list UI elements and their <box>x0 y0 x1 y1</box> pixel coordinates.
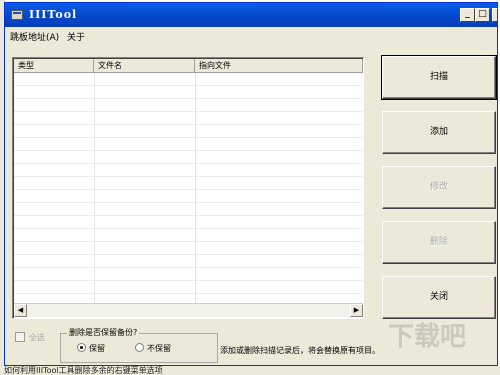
app-icon <box>11 10 23 20</box>
scan-button[interactable]: 扫描 <box>381 55 497 100</box>
column-type[interactable]: 类型 <box>14 59 94 73</box>
add-button[interactable]: 添加 <box>382 111 496 154</box>
watermark-text: 下载吧 <box>388 322 467 352</box>
no-backup-label: 不保留 <box>147 344 171 353</box>
title-bar[interactable]: IIITool _ □ <box>5 3 498 27</box>
column-filename[interactable]: 文件名 <box>94 59 195 73</box>
select-all-label: 全选 <box>29 333 45 342</box>
site-watermark: 下载吧 <box>362 302 498 362</box>
desktop-bottom-strip: 如何利用IIITool工具删除多余的右键菜单选项 <box>0 366 500 375</box>
backup-groupbox: 删除是否保留备份? 保留 不保留 <box>60 327 218 363</box>
menu-bar: 跳板地址(A) 关于 <box>5 27 497 43</box>
file-list[interactable]: 类型 文件名 指向文件 ◀ ▶ <box>12 57 364 319</box>
backup-group-title: 删除是否保留备份? <box>67 327 140 338</box>
close-window-button[interactable] <box>492 8 498 22</box>
keep-backup-radio[interactable] <box>77 343 86 352</box>
delete-button[interactable]: 删除 <box>382 221 496 264</box>
edit-button[interactable]: 修改 <box>382 166 496 209</box>
list-body[interactable] <box>14 73 363 303</box>
select-all-checkbox[interactable] <box>15 332 25 342</box>
column-divider <box>195 73 196 303</box>
column-target[interactable]: 指向文件 <box>195 59 363 73</box>
list-header: 类型 文件名 指向文件 <box>14 59 363 73</box>
maximize-button[interactable]: □ <box>475 8 490 22</box>
horizontal-scrollbar[interactable]: ◀ ▶ <box>14 303 363 317</box>
keep-backup-label: 保留 <box>89 344 105 353</box>
window-title: IIITool <box>29 8 78 21</box>
column-divider <box>94 73 95 303</box>
menu-item-about[interactable]: 关于 <box>67 30 85 43</box>
no-backup-radio[interactable] <box>135 343 144 352</box>
hint-text: 添加或删除扫描记录后，将会替换原有项目。 <box>220 346 380 355</box>
taskbar-text: 如何利用IIITool工具删除多余的右键菜单选项 <box>4 366 163 375</box>
scroll-left-icon[interactable]: ◀ <box>14 304 27 317</box>
menu-item-address[interactable]: 跳板地址(A) <box>10 30 59 43</box>
minimize-button[interactable]: _ <box>460 8 475 22</box>
